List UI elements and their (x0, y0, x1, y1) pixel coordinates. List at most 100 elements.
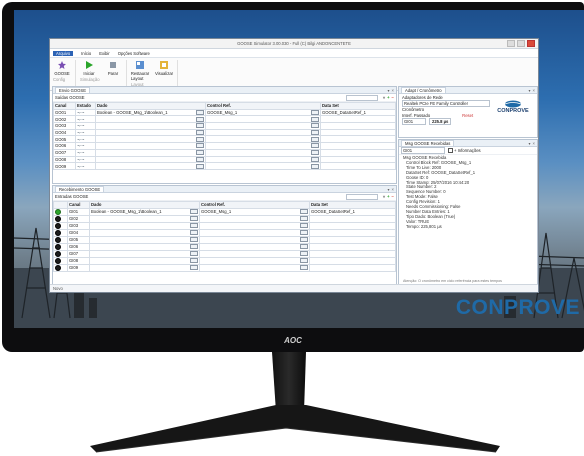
data-cell[interactable] (89, 263, 200, 272)
chrono-channel-select[interactable]: GI01 (402, 117, 426, 126)
edit-button[interactable] (196, 143, 204, 149)
dataset-cell[interactable] (309, 242, 396, 251)
pin-icon[interactable]: ▾ (528, 88, 530, 93)
dataset-cell[interactable] (320, 162, 396, 170)
edit-button[interactable] (196, 123, 204, 129)
edit-button[interactable] (311, 150, 319, 156)
table-row[interactable]: GI08 (53, 256, 396, 265)
adapter-select[interactable]: Realtek PCIe FE Family Controller (402, 100, 490, 108)
dataset-cell[interactable] (309, 235, 396, 244)
table-row[interactable]: GO07 ~⌐~ (53, 148, 396, 157)
control-ref-cell[interactable] (199, 221, 310, 230)
data-cell[interactable]: Boolean - GOOSE_Msg_1\Boolean_1 (95, 108, 206, 117)
column-header[interactable]: Canal (53, 102, 76, 110)
maximize-button[interactable] (517, 40, 525, 47)
table-row[interactable]: GO01 ~⌐~ Boolean - GOOSE_Msg_1\Boolean_1 GO… (53, 108, 396, 117)
edit-button[interactable] (190, 223, 198, 229)
dataset-cell[interactable]: GOOSE_DataSetRef_1 (309, 207, 396, 216)
control-ref-cell[interactable] (205, 155, 321, 164)
dataset-cell[interactable]: GOOSE_DataSetRef_1 (320, 108, 396, 117)
control-ref-cell[interactable] (199, 228, 310, 237)
filter-icon[interactable]: ▿ (383, 95, 385, 100)
edit-button[interactable] (196, 150, 204, 156)
panel-close-icon[interactable]: × (392, 88, 394, 93)
edit-button[interactable] (196, 136, 204, 142)
edit-button[interactable] (311, 130, 319, 135)
channel-cell[interactable]: GO03 (53, 122, 76, 130)
dataset-cell[interactable] (320, 142, 396, 150)
control-ref-cell[interactable] (205, 148, 321, 157)
channel-cell[interactable]: GI06 (67, 242, 90, 251)
dataset-cell[interactable] (309, 228, 396, 237)
menu-item-arquivo[interactable]: Arquivo (53, 50, 74, 56)
dataset-cell[interactable] (320, 155, 396, 164)
data-cell[interactable] (95, 162, 206, 170)
pin-icon[interactable]: ▾ (528, 141, 530, 146)
column-header[interactable]: Data Set (309, 201, 396, 209)
edit-button[interactable] (190, 265, 198, 271)
table-row[interactable]: GI04 (53, 228, 396, 237)
channel-cell[interactable]: GI02 (67, 214, 90, 223)
table-row[interactable]: GI05 (53, 235, 396, 244)
data-cell[interactable]: Boolean - GOOSE_Msg_1\Boolean_1 (89, 207, 200, 216)
data-cell[interactable] (89, 228, 200, 237)
edit-button[interactable] (196, 116, 204, 122)
control-ref-cell[interactable] (199, 242, 310, 251)
dataset-cell[interactable] (320, 122, 396, 130)
close-button[interactable] (527, 40, 535, 47)
channel-cell[interactable]: GI09 (67, 263, 90, 272)
edit-button[interactable] (300, 265, 308, 271)
state-cell[interactable]: ~⌐~ (75, 135, 96, 144)
column-header[interactable]: Dado (95, 102, 206, 110)
control-ref-cell[interactable] (199, 256, 310, 265)
goose-button[interactable]: GOOSE (53, 60, 71, 76)
control-ref-cell[interactable] (199, 263, 310, 272)
column-header[interactable]: Dado (89, 201, 200, 209)
edit-button[interactable] (190, 251, 198, 257)
dataset-cell[interactable] (309, 249, 396, 258)
edit-button[interactable] (311, 136, 319, 142)
channel-cell[interactable]: GO04 (53, 128, 76, 137)
edit-button[interactable] (311, 143, 319, 149)
column-header[interactable]: Canal (67, 201, 90, 209)
add-icon[interactable]: + (387, 95, 389, 100)
dataset-cell[interactable] (309, 221, 396, 230)
edit-button[interactable] (300, 251, 308, 257)
edit-button[interactable] (311, 116, 319, 122)
control-ref-cell[interactable] (205, 122, 321, 130)
data-cell[interactable] (95, 128, 206, 137)
tab-recebimento-goose[interactable]: Recebimento GOOSE (55, 186, 105, 192)
edit-button[interactable] (300, 223, 308, 229)
state-cell[interactable]: ~⌐~ (75, 148, 96, 157)
pin-icon[interactable]: ▾ (387, 88, 389, 93)
edit-button[interactable] (190, 244, 198, 250)
panel-close-icon[interactable]: × (392, 187, 394, 192)
data-cell[interactable] (95, 155, 206, 164)
control-ref-cell[interactable] (205, 162, 321, 170)
control-ref-cell[interactable] (199, 235, 310, 244)
edit-button[interactable] (190, 209, 198, 215)
dataset-cell[interactable] (320, 128, 396, 137)
edit-button[interactable] (300, 216, 308, 222)
add-icon[interactable]: + (387, 194, 389, 199)
channel-cell[interactable]: GI05 (67, 235, 90, 244)
dataset-cell[interactable] (320, 148, 396, 157)
panel-close-icon[interactable]: × (533, 88, 535, 93)
chrono-reset-button[interactable]: Reset (462, 113, 473, 118)
column-header[interactable]: Control Ref. (205, 102, 321, 110)
channel-cell[interactable]: GO06 (53, 142, 76, 150)
table-row[interactable]: GI07 (53, 249, 396, 258)
data-cell[interactable] (95, 148, 206, 157)
channel-cell[interactable]: GI07 (67, 249, 90, 258)
control-ref-cell[interactable] (205, 135, 321, 144)
table-row[interactable]: GI01 Boolean - GOOSE_Msg_1\Boolean_1 GOOSE… (53, 207, 396, 216)
channel-cell[interactable]: GI08 (67, 256, 90, 265)
edit-button[interactable] (190, 216, 198, 222)
table-row[interactable]: GO03 ~⌐~ (53, 122, 396, 130)
data-cell[interactable] (89, 256, 200, 265)
edit-button[interactable] (311, 123, 319, 129)
table-row[interactable]: GI06 (53, 242, 396, 251)
channel-cell[interactable]: GO05 (53, 135, 76, 144)
menu-item-opcoes[interactable]: Opções Software (118, 51, 150, 56)
data-cell[interactable] (89, 242, 200, 251)
